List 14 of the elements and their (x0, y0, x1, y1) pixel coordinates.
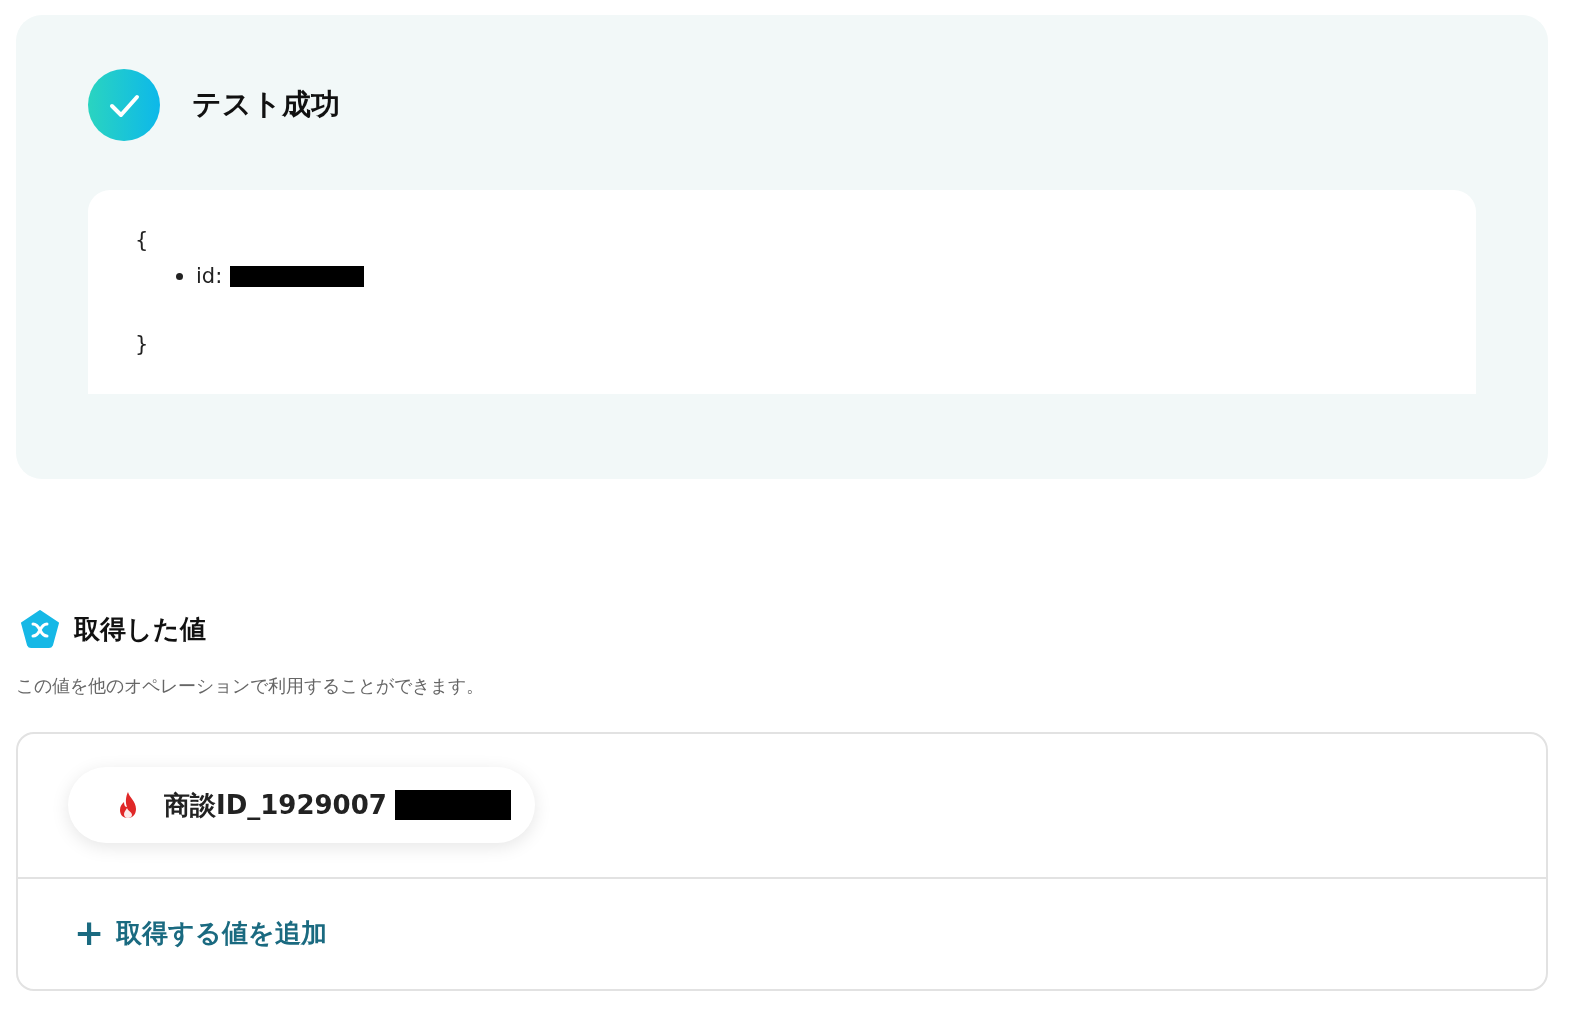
field-key: id: (196, 264, 223, 288)
brace-text: } (135, 331, 147, 358)
add-value-link[interactable]: + 取得する値を追加 (74, 913, 328, 953)
variable-icon (20, 610, 60, 648)
chip-label: 商談ID_1929007 (164, 788, 387, 822)
plus-icon: + (74, 913, 105, 953)
add-value-label: 取得する値を追加 (116, 916, 328, 950)
value-chip[interactable]: 商談ID_1929007 (68, 767, 535, 843)
section-description: この値を他のオペレーションで利用することができます。 (16, 674, 485, 698)
brace-text: { (135, 227, 147, 254)
flame-icon (118, 791, 138, 819)
result-title: テスト成功 (192, 86, 340, 123)
bullet-icon (176, 272, 183, 280)
section-title: 取得した値 (74, 612, 206, 646)
